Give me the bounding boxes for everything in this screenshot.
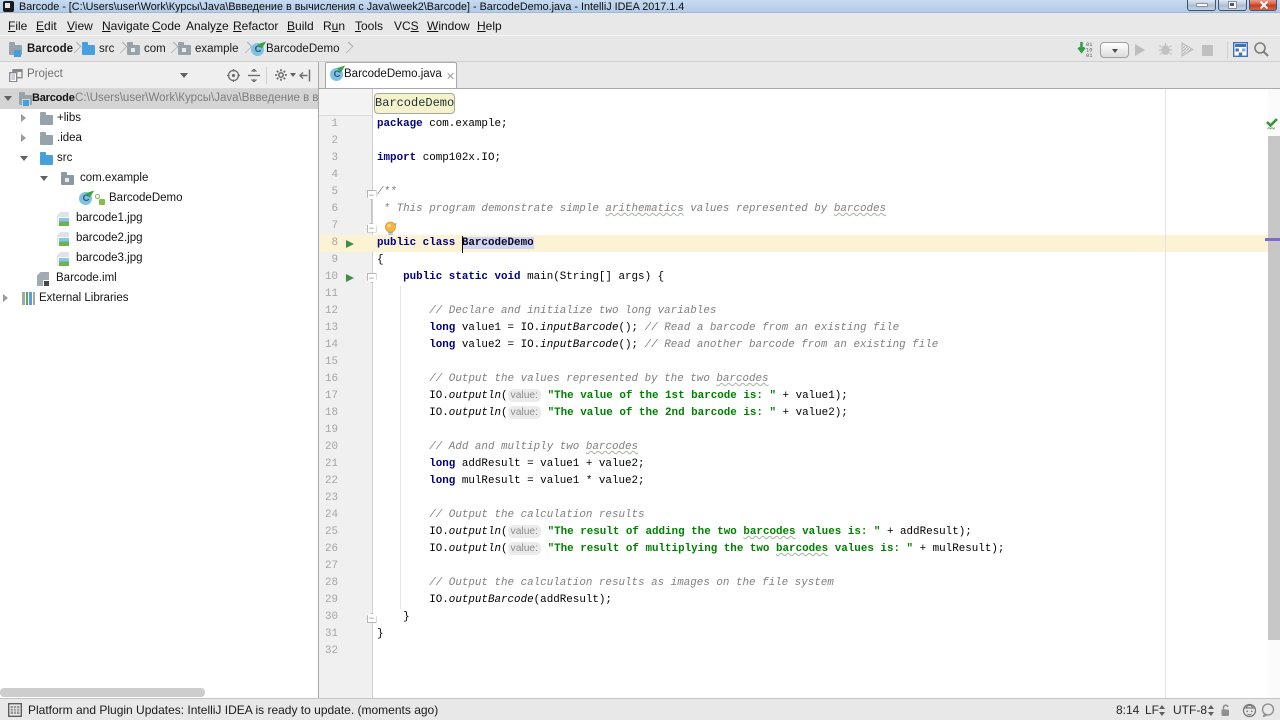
svg-text:01: 01 bbox=[1086, 53, 1092, 58]
